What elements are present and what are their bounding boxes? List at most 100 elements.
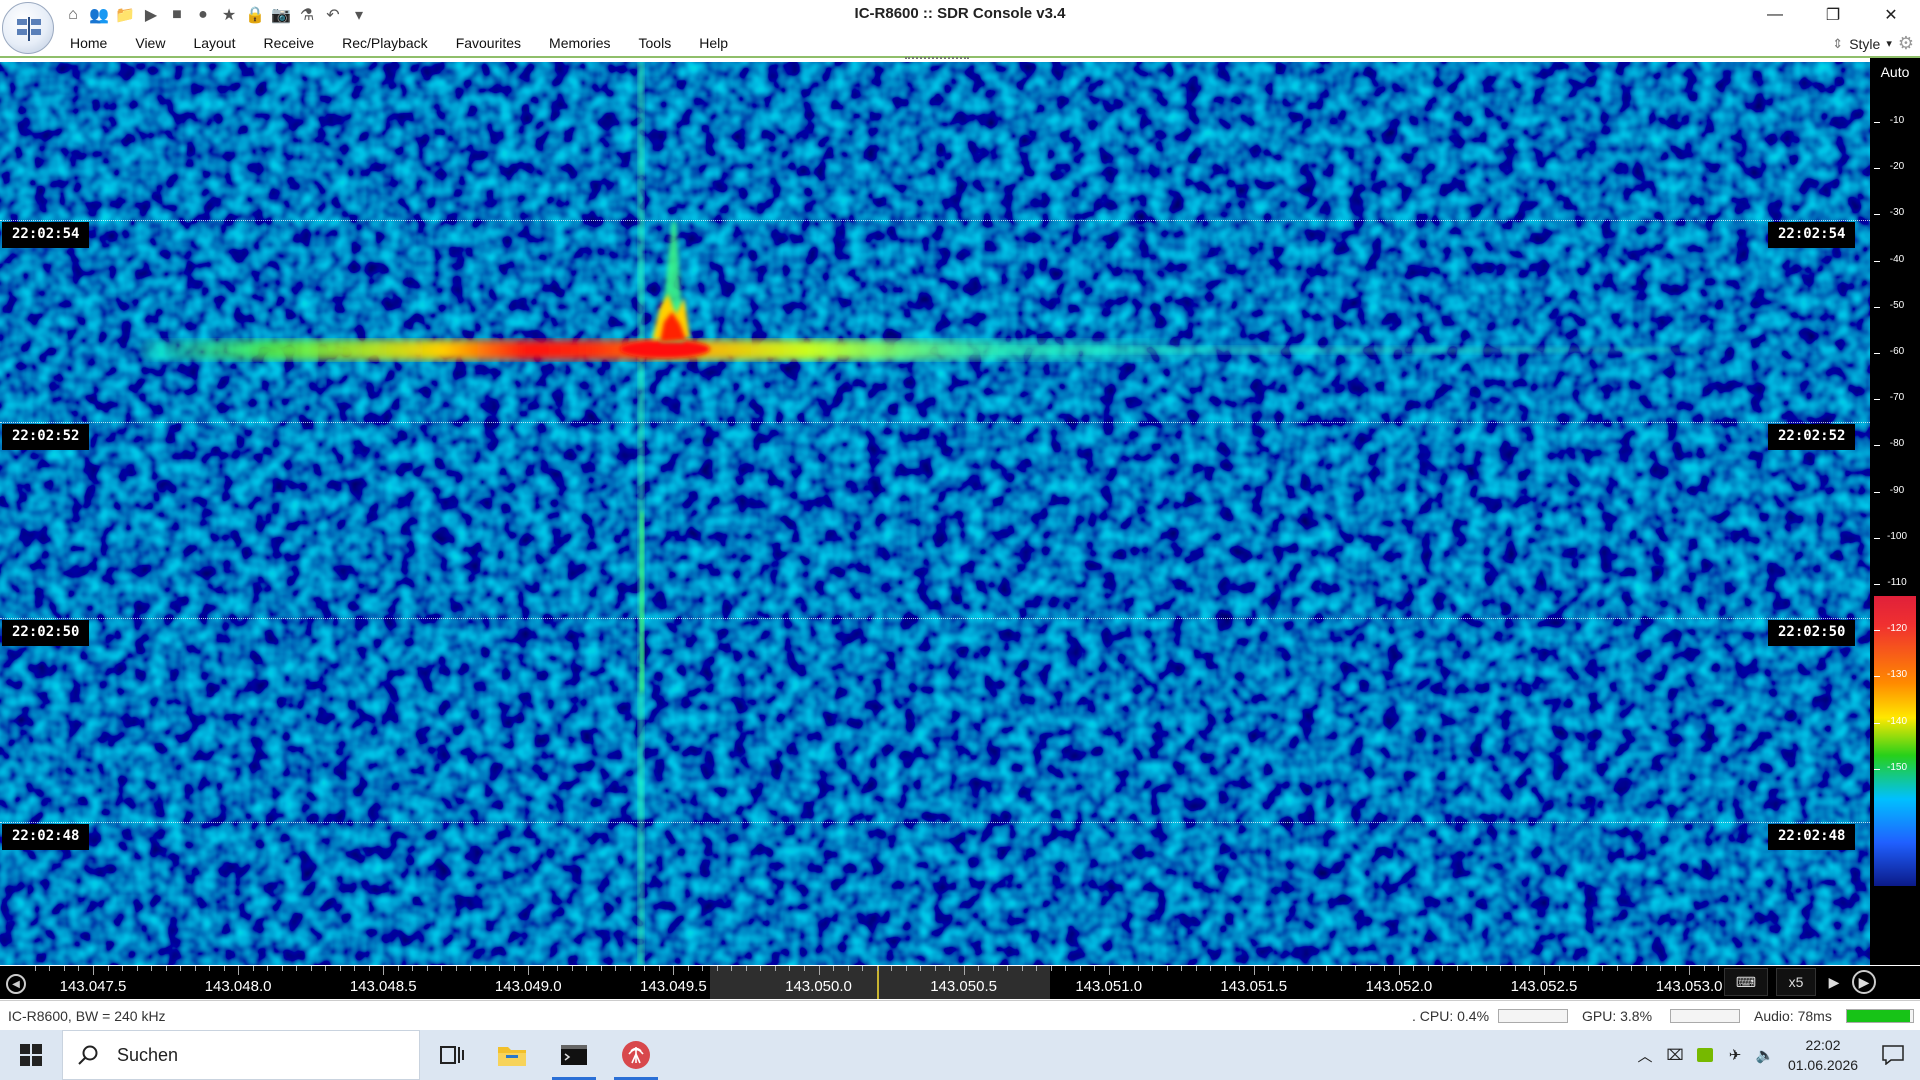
folder-icon [498,1047,526,1066]
frequency-label: 143.049.5 [640,978,707,995]
waterfall-display[interactable]: 22:02:54 22:02:54 22:02:52 22:02:52 22:0… [0,62,1870,965]
frequency-tick [49,966,51,971]
menu-home[interactable]: Home [70,35,107,51]
time-label-right: 22:02:52 [1768,424,1856,450]
frequency-tick [1500,966,1502,971]
scale-tick-label: -150 [1874,762,1920,773]
record-icon[interactable]: ● [192,4,214,26]
scale-tick-label: -30 [1874,207,1920,218]
zoom-select[interactable]: x5 [1776,968,1816,996]
scale-tick-label: -60 [1874,346,1920,357]
frequency-tick [1514,966,1516,971]
frequency-tick [1355,966,1357,971]
keyboard-icon[interactable]: ⌨ [1724,968,1768,996]
frequency-tick [1326,966,1328,971]
frequency-tick [252,966,254,971]
level-scale[interactable]: Auto -10 -20 -30 -40 -50 -60 -70 -80 -90 -100 -110… [1870,58,1920,965]
volume-icon[interactable]: 🔈 [1750,1030,1780,1080]
flask-icon[interactable]: ⚗ [296,4,318,26]
lock-icon[interactable]: 🔒 [244,4,266,26]
task-view-button[interactable] [424,1030,480,1080]
scale-tick-label: -140 [1874,716,1920,727]
scale-auto-button[interactable]: Auto [1870,64,1920,80]
scroll-left-button[interactable]: ◀ [6,974,26,994]
frequency-tick [93,966,94,975]
menu-view[interactable]: View [135,35,165,51]
windows-taskbar: Suchen ︿ ⌧ ✈ 🔈 22:02 01.06.2026 [0,1030,1920,1080]
style-updown-icon[interactable]: ⇕ [1832,36,1843,52]
frequency-tick [818,966,820,975]
tray-expand-icon[interactable]: ︿ [1630,1030,1660,1080]
terminal-app-button[interactable] [546,1030,602,1080]
color-gradient-bar [1874,596,1916,886]
frequency-tick [107,966,109,971]
menu-tools[interactable]: Tools [639,35,672,51]
scale-tick-label: -70 [1874,392,1920,403]
close-button[interactable]: ✕ [1862,0,1920,30]
settings-gear-icon[interactable]: ⚙ [1898,33,1914,54]
frequency-tick [1616,966,1618,971]
frequency-tick [426,966,428,971]
application-menu-button[interactable] [2,2,54,54]
frequency-tick [1268,966,1270,971]
start-button[interactable] [0,1030,62,1080]
frequency-tick [644,966,646,971]
play-icon[interactable]: ▶ [140,4,162,26]
notification-center-button[interactable] [1866,1030,1920,1080]
folder-icon[interactable]: 📁 [114,4,136,26]
zoom-arrow-icon[interactable]: ▶ [1824,968,1844,996]
frequency-tick [455,966,457,971]
clock-date: 01.06.2026 [1787,1057,1859,1073]
device-status: IC-R8600, BW = 240 kHz [8,1008,166,1024]
menu-help[interactable]: Help [699,35,728,51]
frequency-tick [267,966,269,971]
scale-tick-label: -100 [1874,531,1920,542]
frequency-tick [441,966,443,971]
panel-grip-handle[interactable] [905,57,969,60]
status-bar: IC-R8600, BW = 240 kHz . CPU: 0.4% GPU: … [0,1000,1920,1029]
frequency-tick [1485,966,1487,971]
menu-rec-playback[interactable]: Rec/Playback [342,35,428,51]
frequency-tick [1398,966,1400,975]
cpu-status: . CPU: 0.4% [1412,1008,1490,1024]
stop-icon[interactable]: ■ [166,4,188,26]
frequency-tick [499,966,501,971]
frequency-tick [905,966,907,971]
style-dropdown-icon[interactable]: ▾ [1886,37,1892,50]
scroll-right-button[interactable]: ▶ [1852,970,1876,994]
airplane-icon[interactable]: ✈ [1720,1030,1750,1080]
taskbar-search-box[interactable]: Suchen [62,1030,420,1080]
frequency-tick [1210,966,1212,971]
minimize-button[interactable]: — [1746,0,1804,30]
undo-icon[interactable]: ↶ [322,4,344,26]
frequency-tick [354,966,356,971]
scale-tick-label: -40 [1874,254,1920,265]
style-menu[interactable]: Style [1849,36,1880,52]
frequency-tick [847,966,849,971]
task-view-icon [440,1046,464,1064]
menu-layout[interactable]: Layout [193,35,235,51]
frequency-tick [557,966,559,971]
windows-logo-icon [20,1044,42,1066]
menu-memories[interactable]: Memories [549,35,610,51]
network-icon[interactable]: ⌧ [1660,1030,1690,1080]
camera-icon[interactable]: 📷 [270,4,292,26]
frequency-scale[interactable]: 143.047.5 143.048.0 143.048.5 143.049.0 143.… [34,966,1722,999]
frequency-tick [1195,966,1197,971]
home-icon[interactable]: ⌂ [62,4,84,26]
frequency-tick [1674,966,1676,971]
frequency-tick [1152,966,1154,971]
file-explorer-button[interactable] [484,1030,540,1080]
users-icon[interactable]: 👥 [88,4,110,26]
time-label-right: 22:02:50 [1768,620,1856,646]
nvidia-icon[interactable] [1690,1030,1720,1080]
taskbar-clock[interactable]: 22:02 01.06.2026 [1780,1035,1866,1075]
frequency-tick [803,966,805,971]
frequency-tick [920,966,922,971]
menu-favourites[interactable]: Favourites [456,35,521,51]
sdr-console-app-button[interactable] [608,1030,664,1080]
customize-dropdown-icon[interactable]: ▾ [348,4,370,26]
maximize-button[interactable]: ❐ [1804,0,1862,30]
menu-receive[interactable]: Receive [264,35,315,51]
star-icon[interactable]: ★ [218,4,240,26]
